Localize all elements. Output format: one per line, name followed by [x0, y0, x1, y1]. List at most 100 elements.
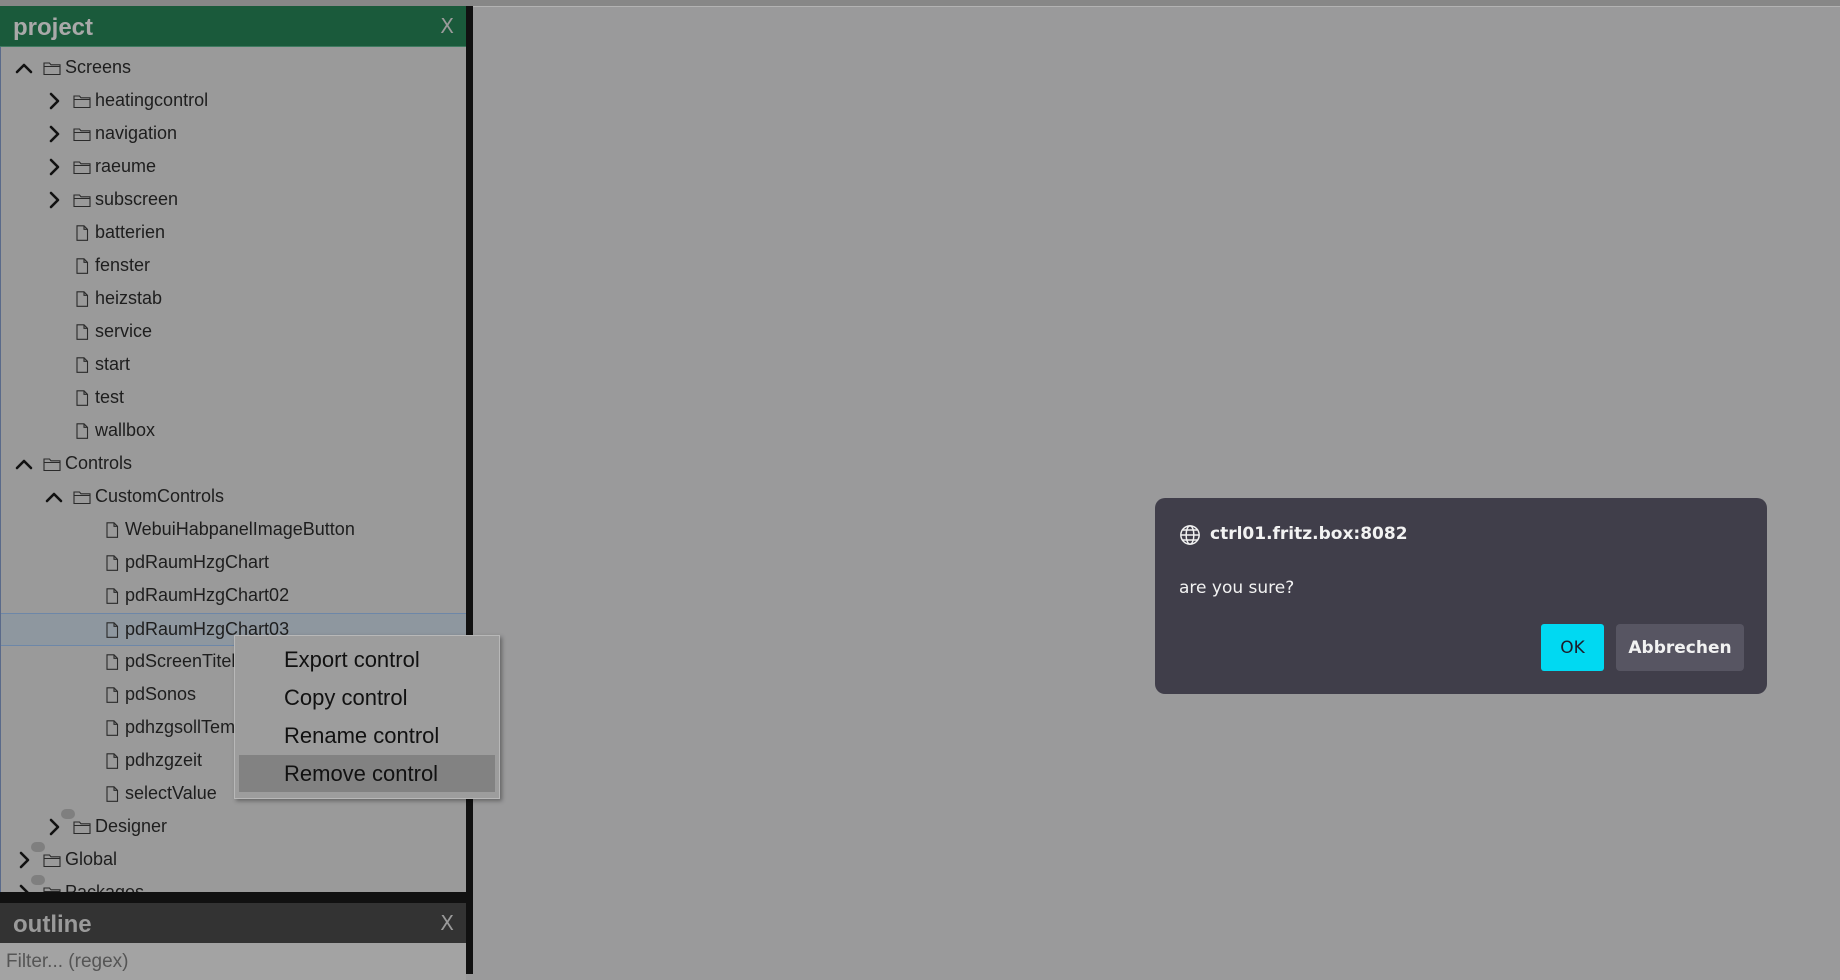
- outline-filter-input[interactable]: [0, 943, 466, 980]
- tree-file-fenster[interactable]: fenster: [1, 250, 466, 283]
- cancel-button[interactable]: Abbrechen: [1616, 624, 1744, 671]
- file-icon: [103, 720, 121, 736]
- project-panel-header: project X: [0, 6, 466, 47]
- tree-folder-heatingcontrol[interactable]: heatingcontrol: [1, 85, 466, 118]
- tree-folder-controls[interactable]: Controls: [1, 448, 466, 481]
- confirm-dialog: ctrl01.fritz.box:8082 are you sure? OK A…: [1155, 498, 1767, 694]
- tree-item-label: heatingcontrol: [95, 90, 209, 110]
- chevron-up-icon[interactable]: [13, 453, 35, 475]
- tree-file-webuihabpanelimagebutton[interactable]: WebuiHabpanelImageButton: [1, 514, 466, 547]
- tree-item-label: Designer: [95, 816, 168, 836]
- tree-file-test[interactable]: test: [1, 382, 466, 415]
- tree-item-label: pdRaumHzgChart02: [125, 585, 290, 605]
- file-icon: [73, 324, 91, 340]
- tree-item-label: subscreen: [95, 189, 179, 209]
- file-icon: [73, 390, 91, 406]
- file-icon: [73, 291, 91, 307]
- tree-file-heizstab[interactable]: heizstab: [1, 283, 466, 316]
- chevron-up-icon[interactable]: [13, 57, 35, 79]
- file-icon: [103, 622, 121, 638]
- tree-file-service[interactable]: service: [1, 316, 466, 349]
- tree-item-label: Screens: [65, 57, 132, 77]
- tree-item-label: fenster: [95, 255, 151, 275]
- context-menu-item-export-control[interactable]: Export control: [239, 641, 495, 678]
- outline-panel-title: outline: [13, 911, 92, 938]
- tree-item-label: CustomControls: [95, 486, 225, 506]
- tree-item-label: Controls: [65, 453, 133, 473]
- project-panel-title: project: [13, 14, 94, 41]
- tree-folder-navigation[interactable]: navigation: [1, 118, 466, 151]
- tree-item-label: heizstab: [95, 288, 163, 308]
- folder-icon: [43, 456, 61, 472]
- folder-icon: [43, 60, 61, 76]
- file-icon: [73, 258, 91, 274]
- tree-item-label: pdRaumHzgChart: [125, 552, 270, 572]
- file-icon: [103, 588, 121, 604]
- folder-icon: [73, 489, 91, 505]
- count-badge: [31, 875, 45, 885]
- file-icon: [103, 786, 121, 802]
- folder-icon: [43, 852, 61, 868]
- tree-item-label: Global: [65, 849, 118, 869]
- tree-item-label: WebuiHabpanelImageButton: [125, 519, 355, 539]
- chevron-right-icon[interactable]: [43, 189, 65, 211]
- file-icon: [103, 753, 121, 769]
- tree-item-label: navigation: [95, 123, 178, 143]
- tree-folder-subscreen[interactable]: subscreen: [1, 184, 466, 217]
- tree-file-batterien[interactable]: batterien: [1, 217, 466, 250]
- vertical-splitter[interactable]: [466, 6, 473, 974]
- folder-icon: [73, 819, 91, 835]
- tree-folder-global[interactable]: Global: [1, 842, 466, 877]
- project-panel-close-button[interactable]: X: [440, 14, 454, 38]
- tree-folder-designer[interactable]: Designer: [1, 809, 466, 844]
- tree-file-wallbox[interactable]: wallbox: [1, 415, 466, 448]
- file-icon: [103, 687, 121, 703]
- file-icon: [73, 225, 91, 241]
- tree-item-label: pdScreenTitel: [125, 651, 236, 671]
- tree-file-pdraumhzgchart02[interactable]: pdRaumHzgChart02: [1, 580, 466, 613]
- folder-icon: [73, 159, 91, 175]
- chevron-right-icon[interactable]: [43, 156, 65, 178]
- tree-item-label: service: [95, 321, 153, 341]
- tree-file-start[interactable]: start: [1, 349, 466, 382]
- tree-folder-screens[interactable]: Screens: [1, 52, 466, 85]
- dialog-message: are you sure?: [1179, 578, 1295, 598]
- count-badge: [61, 809, 75, 819]
- file-icon: [73, 357, 91, 373]
- count-badge: [31, 842, 45, 852]
- tree-item-label: pdhzgsollTemp: [125, 717, 246, 737]
- context-menu: Export control Copy control Rename control…: [234, 635, 500, 799]
- tree-item-label: batterien: [95, 222, 166, 242]
- folder-icon: [73, 192, 91, 208]
- file-icon: [103, 555, 121, 571]
- tree-item-label: raeume: [95, 156, 157, 176]
- outline-panel-header: outline X: [0, 903, 466, 943]
- file-icon: [103, 654, 121, 670]
- tree-folder-customcontrols[interactable]: CustomControls: [1, 481, 466, 514]
- chevron-up-icon[interactable]: [43, 486, 65, 508]
- context-menu-item-remove-control[interactable]: Remove control: [239, 755, 495, 792]
- outline-panel-close-button[interactable]: X: [440, 911, 454, 935]
- context-menu-item-copy-control[interactable]: Copy control: [239, 679, 495, 716]
- chevron-right-icon[interactable]: [43, 123, 65, 145]
- globe-icon: [1179, 524, 1201, 546]
- context-menu-item-rename-control[interactable]: Rename control: [239, 717, 495, 754]
- tree-item-label: wallbox: [95, 420, 156, 440]
- tree-item-label: pdSonos: [125, 684, 197, 704]
- chevron-right-icon[interactable]: [13, 849, 35, 871]
- folder-icon: [73, 93, 91, 109]
- chevron-right-icon[interactable]: [43, 90, 65, 112]
- dialog-host: ctrl01.fritz.box:8082: [1210, 524, 1408, 544]
- chevron-right-icon[interactable]: [43, 816, 65, 838]
- file-icon: [103, 522, 121, 538]
- panel-splitter[interactable]: [0, 892, 466, 903]
- tree-file-pdraumhzgchart[interactable]: pdRaumHzgChart: [1, 547, 466, 580]
- tree-folder-raeume[interactable]: raeume: [1, 151, 466, 184]
- tree-item-label: pdhzgzeit: [125, 750, 203, 770]
- file-icon: [73, 423, 91, 439]
- folder-icon: [73, 126, 91, 142]
- tree-item-label: selectValue: [125, 783, 217, 803]
- tree-item-label: start: [95, 354, 131, 374]
- ok-button[interactable]: OK: [1541, 624, 1604, 671]
- tree-item-label: test: [95, 387, 125, 407]
